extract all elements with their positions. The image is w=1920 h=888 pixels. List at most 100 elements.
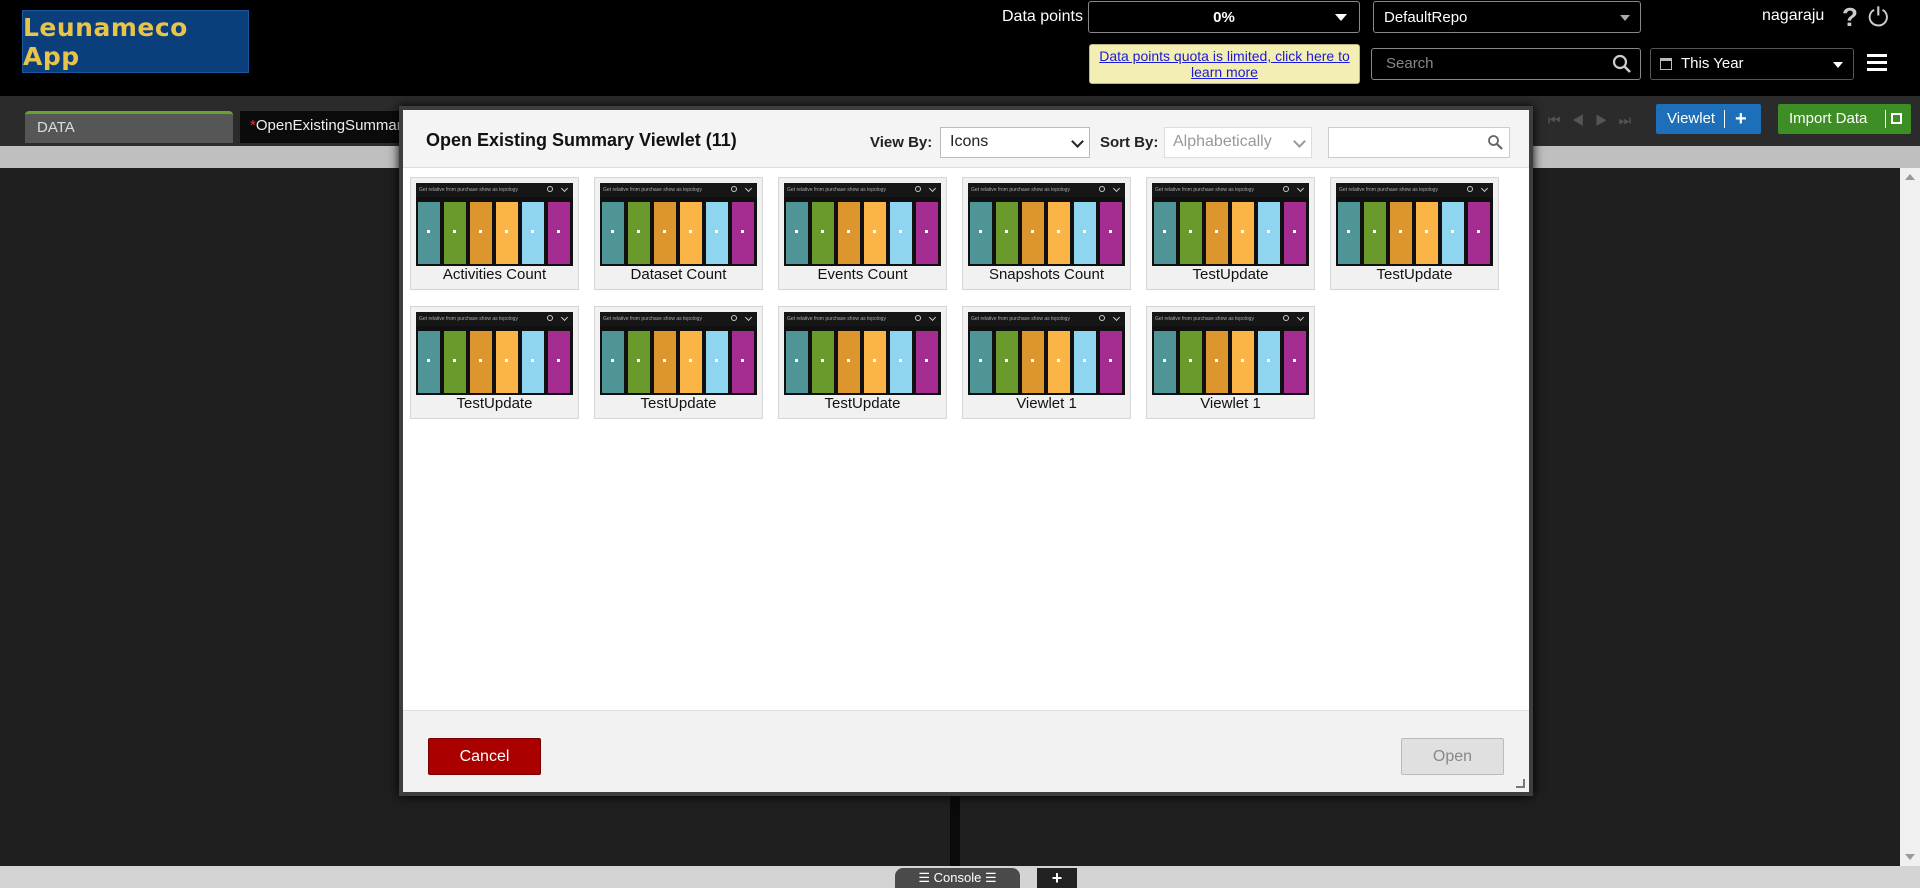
thumbnail-search-icon bbox=[1283, 315, 1289, 321]
thumbnail-search-icon bbox=[731, 315, 737, 321]
viewlet-thumbnail: Get relative from purchase show as topol… bbox=[968, 183, 1125, 266]
viewlet-tile-label: Viewlet 1 bbox=[1016, 395, 1077, 412]
thumbnail-column bbox=[548, 202, 570, 264]
thumbnail-search-icon bbox=[915, 186, 921, 192]
sort-by-value: Alphabetically bbox=[1173, 133, 1272, 150]
thumbnail-column bbox=[522, 331, 544, 393]
viewlet-tile[interactable]: Get relative from purchase show as topol… bbox=[962, 306, 1131, 419]
thumbnail-column bbox=[418, 331, 440, 393]
viewlet-tile[interactable]: Get relative from purchase show as topol… bbox=[410, 177, 579, 290]
viewlet-tile-label: TestUpdate bbox=[824, 395, 901, 412]
viewlet-tile[interactable]: Get relative from purchase show as topol… bbox=[1146, 177, 1315, 290]
resize-grip-icon[interactable] bbox=[1516, 779, 1525, 788]
add-panel-button[interactable]: + bbox=[1037, 868, 1077, 888]
viewlet-thumbnail: Get relative from purchase show as topol… bbox=[784, 312, 941, 395]
viewlet-tile[interactable]: Get relative from purchase show as topol… bbox=[410, 306, 579, 419]
thumbnail-column bbox=[996, 331, 1018, 393]
page-nav-arrows[interactable]: ⏮◀▶⏭ bbox=[1548, 112, 1642, 129]
viewlet-tile-label: Activities Count bbox=[442, 266, 547, 283]
search-icon[interactable] bbox=[1487, 134, 1503, 150]
caret-down-icon bbox=[1620, 15, 1630, 21]
viewlet-tile-label: Events Count bbox=[817, 266, 908, 283]
add-viewlet-button[interactable]: Viewlet + bbox=[1656, 104, 1761, 134]
thumbnail-column bbox=[1390, 202, 1412, 264]
viewlet-tile-label: Viewlet 1 bbox=[1200, 395, 1261, 412]
help-icon[interactable]: ? bbox=[1842, 2, 1858, 33]
tab-open-existing-summary[interactable]: *OpenExistingSummary bbox=[240, 111, 420, 143]
thumbnail-column bbox=[418, 202, 440, 264]
time-range-select[interactable]: This Year bbox=[1650, 48, 1854, 80]
thumbnail-column bbox=[786, 202, 808, 264]
sort-by-select[interactable]: Alphabetically bbox=[1164, 127, 1312, 158]
viewlet-tile[interactable]: Get relative from purchase show as topol… bbox=[1330, 177, 1499, 290]
app-logo[interactable]: Leunameco App bbox=[22, 10, 249, 73]
viewlet-tile[interactable]: Get relative from purchase show as topol… bbox=[594, 177, 763, 290]
cancel-button[interactable]: Cancel bbox=[428, 738, 541, 775]
thumbnail-column bbox=[864, 202, 886, 264]
thumbnail-column bbox=[654, 331, 676, 393]
vertical-scrollbar[interactable] bbox=[1900, 168, 1920, 868]
import-data-button[interactable]: Import Data bbox=[1778, 104, 1911, 134]
thumbnail-column bbox=[1468, 202, 1490, 264]
thumbnail-column bbox=[706, 331, 728, 393]
thumbnail-column bbox=[864, 331, 886, 393]
plus-icon: + bbox=[1735, 108, 1747, 130]
thumbnail-column bbox=[890, 331, 912, 393]
viewlet-thumbnail: Get relative from purchase show as topol… bbox=[600, 183, 757, 266]
sort-by-label: Sort By: bbox=[1100, 134, 1159, 151]
time-range-value: This Year bbox=[1681, 55, 1744, 72]
open-button[interactable]: Open bbox=[1401, 738, 1504, 775]
thumbnail-column bbox=[654, 202, 676, 264]
viewlet-tile[interactable]: Get relative from purchase show as topol… bbox=[594, 306, 763, 419]
thumbnail-search-icon bbox=[547, 315, 553, 321]
thumbnail-column bbox=[1206, 202, 1228, 264]
thumbnail-column bbox=[1232, 202, 1254, 264]
thumbnail-column bbox=[548, 331, 570, 393]
caret-down-icon bbox=[1833, 62, 1843, 68]
repo-select[interactable]: DefaultRepo bbox=[1373, 1, 1641, 33]
viewlet-tile[interactable]: Get relative from purchase show as topol… bbox=[778, 177, 947, 290]
thumbnail-column bbox=[890, 202, 912, 264]
data-points-select[interactable]: 0% bbox=[1088, 1, 1360, 33]
viewlet-tile-label: Snapshots Count bbox=[988, 266, 1105, 283]
thumbnail-column bbox=[444, 331, 466, 393]
viewlet-tile[interactable]: Get relative from purchase show as topol… bbox=[778, 306, 947, 419]
top-bar: Leunameco App Data points 0% DefaultRepo… bbox=[0, 0, 1920, 96]
username[interactable]: nagaraju bbox=[1762, 7, 1824, 25]
quota-notice-link[interactable]: Data points quota is limited, click here… bbox=[1089, 44, 1360, 84]
thumbnail-column bbox=[1364, 202, 1386, 264]
thumbnail-column bbox=[1284, 202, 1306, 264]
thumbnail-column bbox=[1100, 202, 1122, 264]
thumbnail-column bbox=[706, 202, 728, 264]
thumbnail-column bbox=[1232, 331, 1254, 393]
thumbnail-column bbox=[602, 202, 624, 264]
view-by-label: View By: bbox=[870, 134, 933, 151]
thumbnail-column bbox=[812, 331, 834, 393]
thumbnail-column bbox=[1416, 202, 1438, 264]
search-placeholder: Search bbox=[1386, 55, 1434, 72]
scroll-up-icon[interactable] bbox=[1905, 174, 1915, 180]
calendar-icon bbox=[1660, 58, 1672, 70]
data-points-label: Data points bbox=[1002, 8, 1083, 25]
console-tab[interactable]: ☰ Console ☰ bbox=[895, 868, 1020, 888]
viewlet-tile[interactable]: Get relative from purchase show as topol… bbox=[962, 177, 1131, 290]
thumbnail-column bbox=[470, 202, 492, 264]
dialog-footer: Cancel Open bbox=[403, 710, 1529, 792]
viewlet-tile[interactable]: Get relative from purchase show as topol… bbox=[1146, 306, 1315, 419]
thumbnail-column bbox=[522, 202, 544, 264]
view-by-select[interactable]: Icons bbox=[940, 127, 1090, 158]
power-icon[interactable]: ⏻ bbox=[1868, 2, 1889, 34]
thumbnail-column bbox=[916, 331, 938, 393]
search-icon[interactable] bbox=[1612, 54, 1632, 74]
search-input[interactable]: Search bbox=[1371, 48, 1641, 80]
scroll-down-icon[interactable] bbox=[1905, 854, 1915, 860]
thumbnail-column bbox=[496, 202, 518, 264]
caret-down-icon bbox=[1335, 14, 1347, 21]
thumbnail-column bbox=[1284, 331, 1306, 393]
panel-divider[interactable] bbox=[950, 790, 960, 868]
thumbnail-column bbox=[444, 202, 466, 264]
thumbnail-column bbox=[680, 202, 702, 264]
hamburger-menu-icon[interactable] bbox=[1867, 54, 1887, 72]
tab-data[interactable]: DATA bbox=[25, 111, 233, 143]
filter-input[interactable] bbox=[1328, 127, 1510, 158]
